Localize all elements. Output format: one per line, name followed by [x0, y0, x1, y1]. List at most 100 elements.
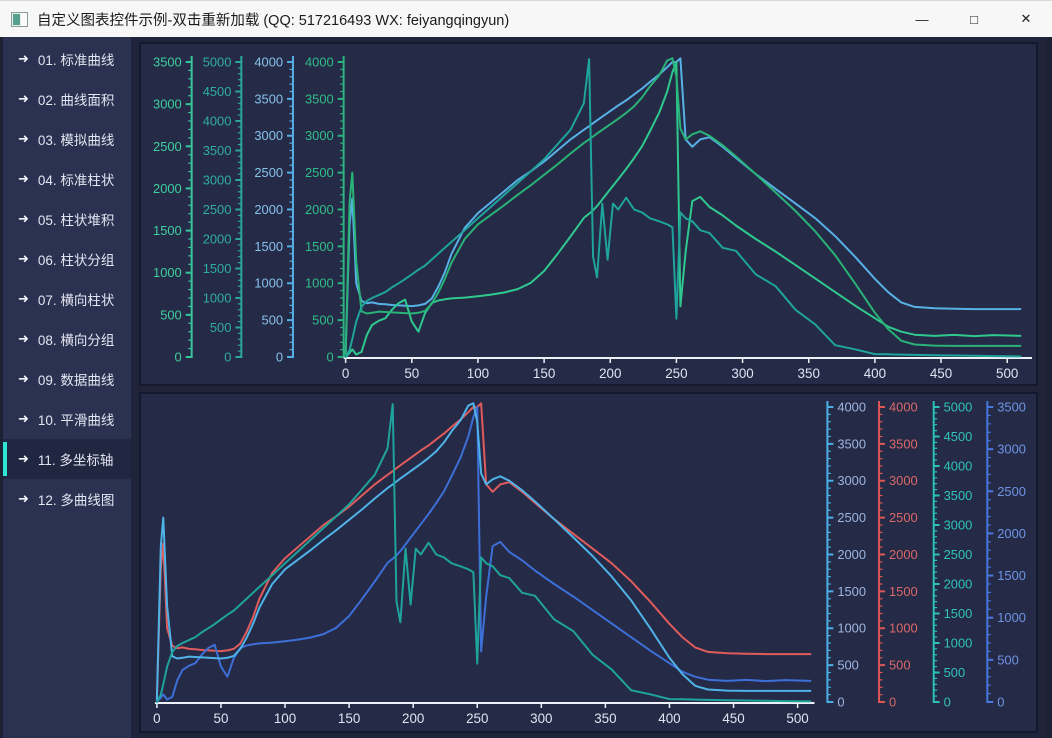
- svg-text:4000: 4000: [837, 399, 866, 414]
- svg-text:500: 500: [210, 320, 232, 335]
- svg-text:400: 400: [658, 711, 680, 726]
- sidebar-item-label: 12. 多曲线图: [38, 489, 115, 509]
- active-indicator-bar: [3, 442, 7, 476]
- sidebar-item-02[interactable]: ➜ 02. 曲线面积: [3, 79, 131, 119]
- svg-text:3000: 3000: [305, 128, 334, 143]
- svg-text:3500: 3500: [837, 436, 866, 451]
- svg-text:4000: 4000: [305, 54, 334, 69]
- chart-panel-bottom[interactable]: 0500100015002000250030003500400005001000…: [139, 392, 1038, 733]
- chart-panel-top[interactable]: 0500100015002000250030003500050010001500…: [139, 42, 1038, 386]
- svg-text:100: 100: [467, 366, 489, 381]
- svg-text:4000: 4000: [944, 458, 973, 473]
- sidebar-item-label: 03. 模拟曲线: [38, 129, 115, 149]
- sidebar-item-label: 11. 多坐标轴: [38, 449, 114, 469]
- svg-text:1500: 1500: [203, 261, 232, 276]
- svg-text:0: 0: [224, 349, 231, 364]
- arrow-icon: ➜: [18, 331, 29, 347]
- sidebar-item-label: 09. 数据曲线: [38, 369, 115, 389]
- svg-text:500: 500: [996, 366, 1018, 381]
- svg-text:2000: 2000: [153, 181, 182, 196]
- svg-text:2000: 2000: [837, 547, 866, 562]
- svg-text:0: 0: [276, 349, 283, 364]
- svg-text:3500: 3500: [997, 399, 1026, 414]
- svg-text:2500: 2500: [837, 510, 866, 525]
- app-body: ➜01. 标准曲线➜02. 曲线面积➜03. 模拟曲线➜04. 标准柱状➜05.…: [0, 37, 1052, 738]
- svg-text:0: 0: [153, 711, 160, 726]
- svg-text:100: 100: [274, 711, 296, 726]
- svg-text:3500: 3500: [944, 488, 973, 503]
- y-axis-plateau: 05001000150020002500300035004000: [254, 54, 293, 364]
- svg-text:2000: 2000: [305, 202, 334, 217]
- svg-text:500: 500: [997, 652, 1019, 667]
- sidebar-item-04[interactable]: ➜04. 标准柱状: [3, 159, 131, 199]
- minimize-button[interactable]: —: [896, 1, 948, 37]
- svg-text:200: 200: [599, 366, 621, 381]
- arrow-icon: ➜: [18, 251, 29, 267]
- y-axis-second: 05001000150020002500300035004000: [305, 54, 344, 364]
- svg-text:500: 500: [160, 307, 182, 322]
- arrow-icon: ➜: [18, 171, 29, 187]
- svg-text:3000: 3000: [203, 172, 232, 187]
- sidebar-item-03[interactable]: ➜03. 模拟曲线: [3, 119, 131, 159]
- multi-axis-chart-top: 0500100015002000250030003500050010001500…: [141, 44, 1036, 384]
- svg-text:1000: 1000: [203, 290, 232, 305]
- svg-text:2000: 2000: [944, 576, 973, 591]
- sidebar-item-01[interactable]: ➜01. 标准曲线: [3, 39, 131, 79]
- svg-text:500: 500: [312, 313, 334, 328]
- svg-text:4500: 4500: [944, 429, 973, 444]
- arrow-icon: ➜: [18, 91, 29, 107]
- svg-text:0: 0: [175, 349, 182, 364]
- svg-text:3000: 3000: [889, 473, 918, 488]
- sidebar-item-12[interactable]: ➜12. 多曲线图: [3, 479, 131, 519]
- sidebar-item-label: 07. 横向柱状: [38, 289, 115, 309]
- svg-text:1500: 1500: [997, 568, 1026, 583]
- svg-text:0: 0: [944, 694, 951, 709]
- svg-text:3000: 3000: [997, 442, 1026, 457]
- series-plateau: [157, 403, 811, 698]
- svg-text:250: 250: [665, 366, 687, 381]
- titlebar: 自定义图表控件示例-双击重新加载 (QQ: 517216493 WX: feiy…: [0, 0, 1052, 37]
- sidebar: ➜01. 标准曲线➜02. 曲线面积➜03. 模拟曲线➜04. 标准柱状➜05.…: [3, 37, 131, 738]
- svg-text:2500: 2500: [203, 202, 232, 217]
- sidebar-item-11[interactable]: ➜11. 多坐标轴: [3, 439, 131, 479]
- sidebar-item-08[interactable]: ➜08. 横向分组: [3, 319, 131, 359]
- svg-text:400: 400: [864, 366, 886, 381]
- svg-text:0: 0: [342, 366, 349, 381]
- sidebar-item-09[interactable]: ➜09. 数据曲线: [3, 359, 131, 399]
- svg-text:500: 500: [837, 658, 859, 673]
- svg-text:4000: 4000: [254, 54, 283, 69]
- svg-text:0: 0: [837, 694, 844, 709]
- svg-text:300: 300: [530, 711, 552, 726]
- svg-text:2500: 2500: [944, 547, 973, 562]
- svg-text:500: 500: [262, 313, 284, 328]
- svg-text:5000: 5000: [944, 399, 973, 414]
- sidebar-item-label: 02. 曲线面积: [38, 89, 115, 109]
- svg-text:50: 50: [404, 366, 419, 381]
- sidebar-item-07[interactable]: ➜ 07. 横向柱状: [3, 279, 131, 319]
- multi-axis-chart-bottom: 0500100015002000250030003500400005001000…: [141, 394, 1036, 731]
- svg-text:3000: 3000: [837, 473, 866, 488]
- series-plateau: [346, 58, 1021, 353]
- svg-text:1500: 1500: [153, 223, 182, 238]
- svg-text:1500: 1500: [889, 584, 918, 599]
- sidebar-item-10[interactable]: ➜10. 平滑曲线: [3, 399, 131, 439]
- maximize-button[interactable]: □: [948, 1, 1000, 37]
- svg-text:0: 0: [327, 349, 334, 364]
- arrow-icon: ➜: [18, 291, 29, 307]
- svg-text:3500: 3500: [203, 143, 232, 158]
- svg-text:2000: 2000: [997, 526, 1026, 541]
- svg-text:1000: 1000: [254, 276, 283, 291]
- svg-text:1500: 1500: [944, 606, 973, 621]
- svg-text:2000: 2000: [203, 231, 232, 246]
- svg-text:350: 350: [594, 711, 616, 726]
- sidebar-item-05[interactable]: ➜05. 柱状堆积: [3, 199, 131, 239]
- svg-text:5000: 5000: [203, 54, 232, 69]
- svg-text:1000: 1000: [153, 265, 182, 280]
- sidebar-item-06[interactable]: ➜06. 柱状分组: [3, 239, 131, 279]
- svg-text:3500: 3500: [254, 91, 283, 106]
- y-axis-plateau: 05001000150020002500300035004000: [879, 399, 918, 709]
- close-button[interactable]: ✕: [1000, 1, 1052, 37]
- sidebar-item-label: 10. 平滑曲线: [38, 409, 115, 429]
- svg-text:150: 150: [338, 711, 360, 726]
- svg-text:2000: 2000: [889, 547, 918, 562]
